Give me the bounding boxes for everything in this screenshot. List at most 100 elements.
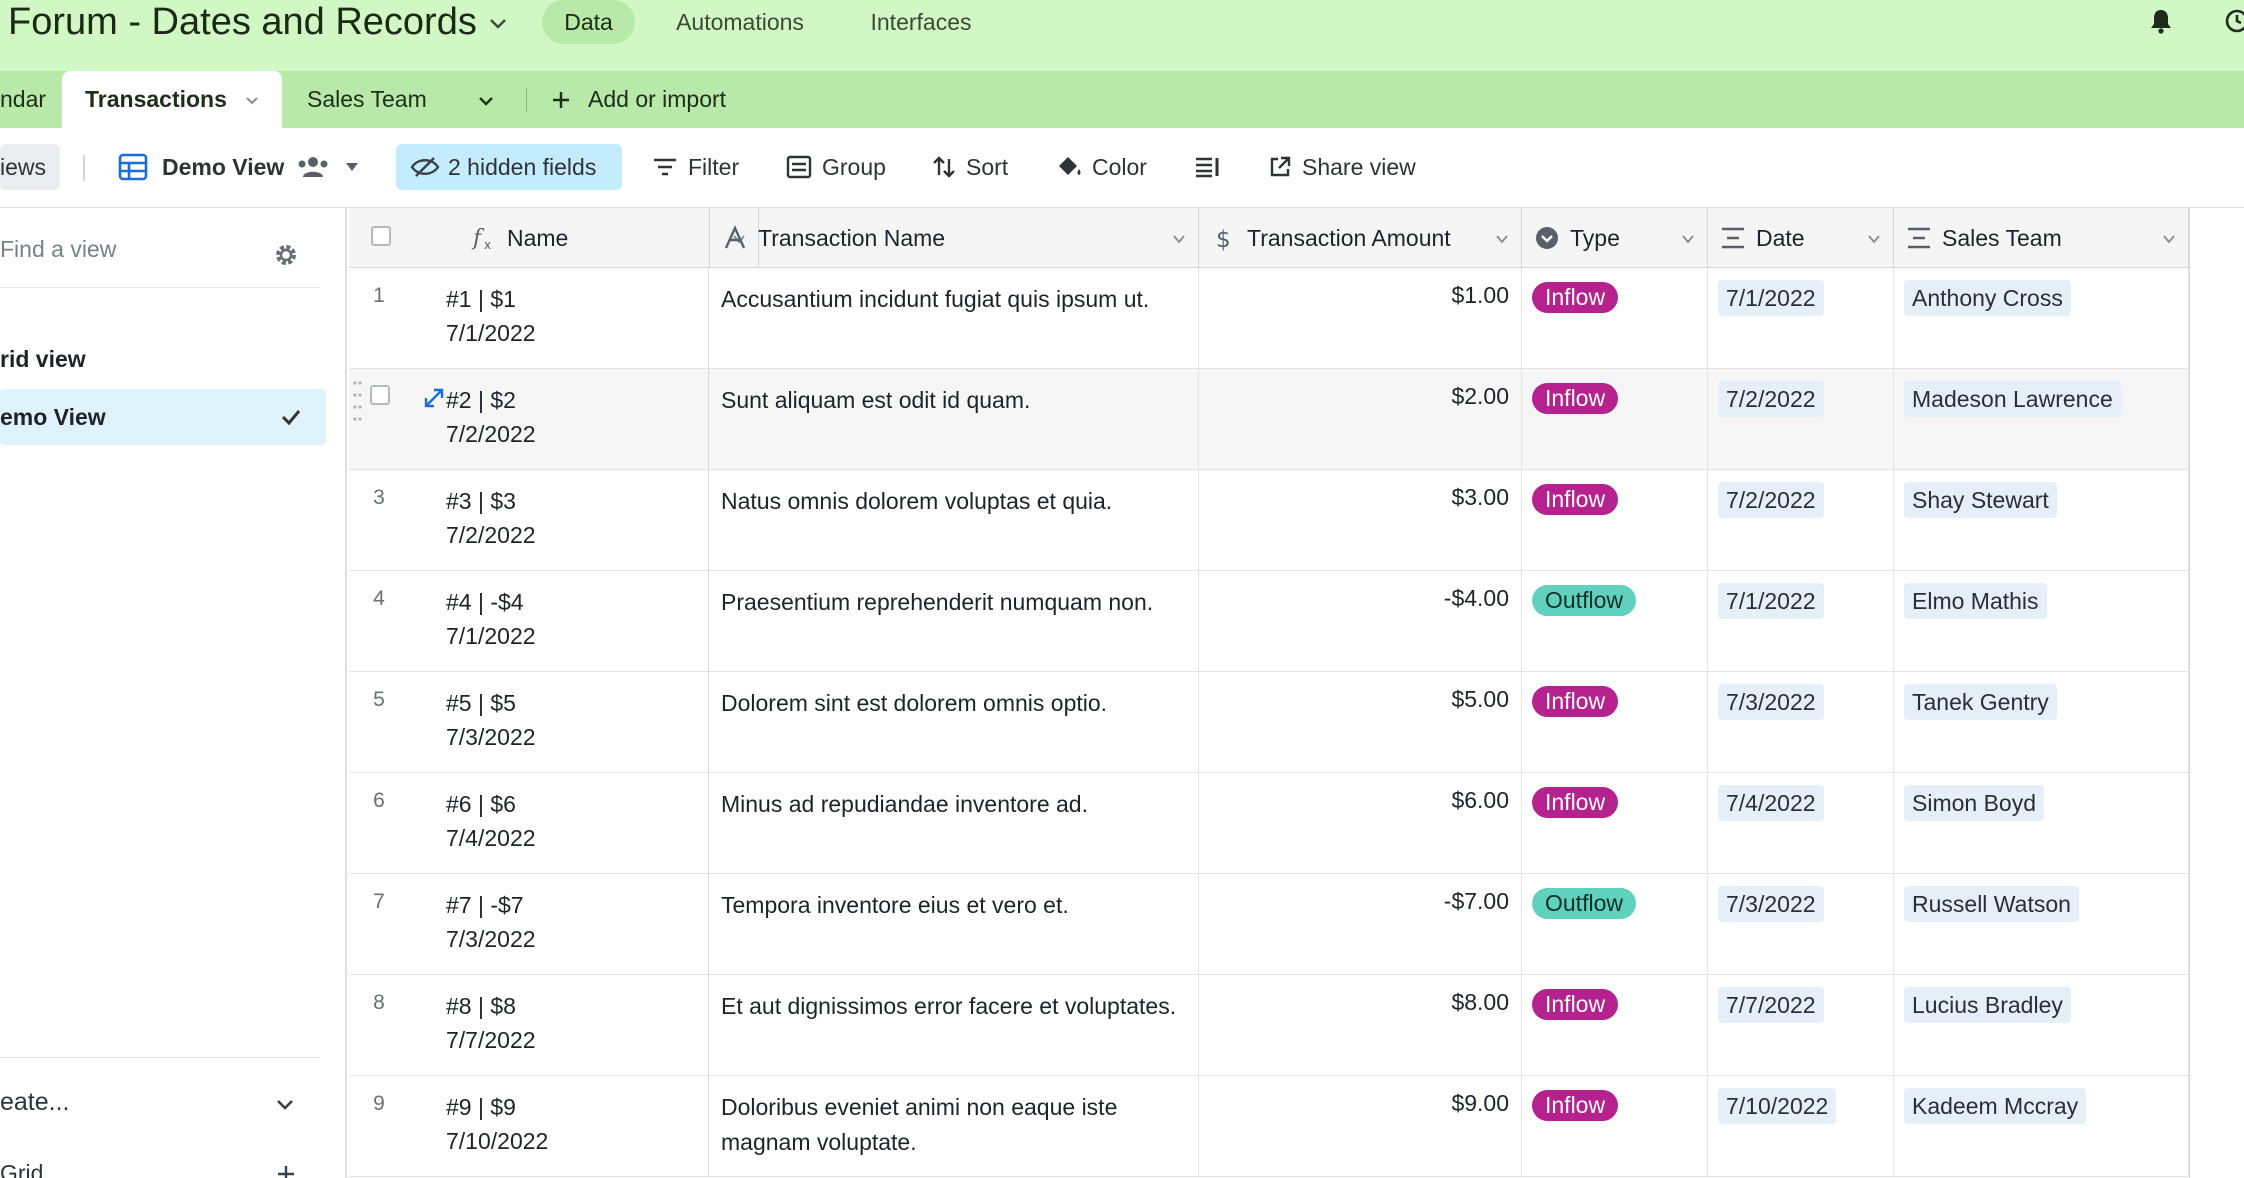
name-cell[interactable]: #9 | $9 7/10/2022 bbox=[349, 1076, 709, 1177]
table-row[interactable]: 9 #9 | $9 7/10/2022 Doloribus eveniet animi… bbox=[349, 1076, 2189, 1177]
chevron-down-icon[interactable] bbox=[1681, 234, 1695, 244]
sidebar-item-grid-view[interactable]: rid view bbox=[0, 331, 86, 387]
plus-icon[interactable] bbox=[275, 1163, 297, 1178]
chevron-down-icon[interactable] bbox=[273, 1092, 297, 1116]
column-header-date[interactable]: Date bbox=[1708, 208, 1894, 268]
name-cell[interactable]: #2 | $2 7/2/2022 bbox=[349, 369, 709, 470]
sales-team-cell[interactable]: Elmo Mathis bbox=[1894, 571, 2189, 672]
nav-automations[interactable]: Automations bbox=[660, 0, 820, 44]
type-cell[interactable]: Inflow bbox=[1522, 672, 1708, 773]
group-button[interactable]: Group bbox=[786, 144, 886, 190]
type-cell[interactable]: Outflow bbox=[1522, 571, 1708, 672]
column-header-sales-team[interactable]: Sales Team bbox=[1894, 208, 2189, 268]
transaction-name-cell[interactable]: Accusantium incidunt fugiat quis ipsum u… bbox=[709, 268, 1199, 369]
sales-team-cell[interactable]: Madeson Lawrence bbox=[1894, 369, 2189, 470]
sales-team-cell[interactable]: Lucius Bradley bbox=[1894, 975, 2189, 1076]
date-cell[interactable]: 7/7/2022 bbox=[1708, 975, 1894, 1076]
bell-icon[interactable] bbox=[2146, 6, 2176, 36]
type-cell[interactable]: Inflow bbox=[1522, 1076, 1708, 1177]
select-all-checkbox[interactable] bbox=[371, 226, 391, 246]
chevron-down-icon[interactable] bbox=[476, 91, 496, 111]
row-height-button[interactable] bbox=[1194, 144, 1222, 190]
type-cell[interactable]: Inflow bbox=[1522, 268, 1708, 369]
column-header-transaction-name[interactable]: Transaction Name bbox=[709, 208, 1199, 268]
date-cell[interactable]: 7/4/2022 bbox=[1708, 773, 1894, 874]
table-row[interactable]: 1 #1 | $1 7/1/2022 Accusantium incidunt fug… bbox=[349, 268, 2189, 369]
date-cell[interactable]: 7/3/2022 bbox=[1708, 874, 1894, 975]
date-cell[interactable]: 7/3/2022 bbox=[1708, 672, 1894, 773]
transaction-name-cell[interactable]: Tempora inventore eius et vero et. bbox=[709, 874, 1199, 975]
transaction-name-cell[interactable]: Et aut dignissimos error facere et volup… bbox=[709, 975, 1199, 1076]
name-cell[interactable]: #5 | $5 7/3/2022 bbox=[349, 672, 709, 773]
sidebar-item-demo-view[interactable]: emo View bbox=[0, 389, 326, 445]
chevron-down-icon[interactable] bbox=[243, 91, 261, 109]
transaction-name-cell[interactable]: Minus ad repudiandae inventore ad. bbox=[709, 773, 1199, 874]
transaction-name-cell[interactable]: Dolorem sint est dolorem omnis optio. bbox=[709, 672, 1199, 773]
column-header-type[interactable]: Type bbox=[1522, 208, 1708, 268]
name-cell[interactable]: #7 | -$7 7/3/2022 bbox=[349, 874, 709, 975]
table-row[interactable]: 4 #4 | -$4 7/1/2022 Praesentium reprehender… bbox=[349, 571, 2189, 672]
amount-cell[interactable]: $3.00 bbox=[1199, 470, 1522, 571]
name-cell[interactable]: #6 | $6 7/4/2022 bbox=[349, 773, 709, 874]
amount-cell[interactable]: $8.00 bbox=[1199, 975, 1522, 1076]
color-button[interactable]: Color bbox=[1056, 144, 1147, 190]
date-cell[interactable]: 7/2/2022 bbox=[1708, 369, 1894, 470]
sort-button[interactable]: Sort bbox=[932, 144, 1008, 190]
amount-cell[interactable]: -$7.00 bbox=[1199, 874, 1522, 975]
sales-team-cell[interactable]: Kadeem Mccray bbox=[1894, 1076, 2189, 1177]
date-cell[interactable]: 7/10/2022 bbox=[1708, 1076, 1894, 1177]
amount-cell[interactable]: $1.00 bbox=[1199, 268, 1522, 369]
date-cell[interactable]: 7/2/2022 bbox=[1708, 470, 1894, 571]
share-view-button[interactable]: Share view bbox=[1268, 144, 1416, 190]
chevron-down-icon[interactable] bbox=[2162, 234, 2176, 244]
column-header-transaction-amount[interactable]: $ Transaction Amount bbox=[1199, 208, 1522, 268]
table-row[interactable]: 6 #6 | $6 7/4/2022 Minus ad repudiandae inv… bbox=[349, 773, 2189, 874]
find-view-input[interactable]: Find a view bbox=[0, 236, 116, 263]
table-row[interactable]: 5 #5 | $5 7/3/2022 Dolorem sint est dolorem… bbox=[349, 672, 2189, 773]
create-grid-item[interactable]: Grid bbox=[0, 1160, 43, 1178]
tab-transactions[interactable]: Transactions bbox=[62, 71, 282, 128]
name-cell[interactable]: #4 | -$4 7/1/2022 bbox=[349, 571, 709, 672]
add-or-import-button[interactable]: Add or import bbox=[550, 71, 750, 128]
type-cell[interactable]: Inflow bbox=[1522, 975, 1708, 1076]
sales-team-cell[interactable]: Shay Stewart bbox=[1894, 470, 2189, 571]
type-cell[interactable]: Inflow bbox=[1522, 470, 1708, 571]
chevron-down-icon[interactable] bbox=[1867, 234, 1881, 244]
date-cell[interactable]: 7/1/2022 bbox=[1708, 268, 1894, 369]
name-cell[interactable]: #3 | $3 7/2/2022 bbox=[349, 470, 709, 571]
type-cell[interactable]: Inflow bbox=[1522, 773, 1708, 874]
amount-cell[interactable]: $2.00 bbox=[1199, 369, 1522, 470]
sales-team-cell[interactable]: Anthony Cross bbox=[1894, 268, 2189, 369]
sales-team-cell[interactable]: Russell Watson bbox=[1894, 874, 2189, 975]
date-cell[interactable]: 7/1/2022 bbox=[1708, 571, 1894, 672]
table-row[interactable]: 7 #7 | -$7 7/3/2022 Tempora inventore eius … bbox=[349, 874, 2189, 975]
sales-team-cell[interactable]: Tanek Gentry bbox=[1894, 672, 2189, 773]
type-cell[interactable]: Outflow bbox=[1522, 874, 1708, 975]
base-title[interactable]: Forum - Dates and Records bbox=[8, 0, 477, 44]
views-toggle-button[interactable]: iews bbox=[0, 144, 60, 190]
tab-calendar[interactable]: ndar bbox=[0, 71, 60, 128]
name-cell[interactable]: #1 | $1 7/1/2022 bbox=[349, 268, 709, 369]
amount-cell[interactable]: $9.00 bbox=[1199, 1076, 1522, 1177]
view-switcher[interactable]: Demo View bbox=[118, 144, 360, 190]
hidden-fields-button[interactable]: 2 hidden fields bbox=[396, 144, 622, 190]
chevron-down-icon[interactable] bbox=[1495, 234, 1509, 244]
type-cell[interactable]: Inflow bbox=[1522, 369, 1708, 470]
amount-cell[interactable]: -$4.00 bbox=[1199, 571, 1522, 672]
table-row[interactable]: 3 #3 | $3 7/2/2022 Natus omnis dolorem volu… bbox=[349, 470, 2189, 571]
amount-cell[interactable]: $6.00 bbox=[1199, 773, 1522, 874]
nav-data[interactable]: Data bbox=[542, 0, 635, 44]
table-row[interactable]: 8 #8 | $8 7/7/2022 Et aut dignissimos error… bbox=[349, 975, 2189, 1076]
transaction-name-cell[interactable]: Doloribus eveniet animi non eaque iste m… bbox=[709, 1076, 1199, 1177]
sales-team-cell[interactable]: Simon Boyd bbox=[1894, 773, 2189, 874]
amount-cell[interactable]: $5.00 bbox=[1199, 672, 1522, 773]
create-view-section[interactable]: eate... bbox=[0, 1088, 70, 1117]
nav-interfaces[interactable]: Interfaces bbox=[852, 0, 990, 44]
transaction-name-cell[interactable]: Natus omnis dolorem voluptas et quia. bbox=[709, 470, 1199, 571]
chevron-down-icon[interactable] bbox=[1172, 234, 1186, 244]
transaction-name-cell[interactable]: Sunt aliquam est odit id quam. bbox=[709, 369, 1199, 470]
transaction-name-cell[interactable]: Praesentium reprehenderit numquam non. bbox=[709, 571, 1199, 672]
table-row[interactable]: #2 | $2 7/2/2022 Sunt aliquam est odit id … bbox=[349, 369, 2189, 470]
chevron-down-icon[interactable] bbox=[487, 12, 509, 34]
name-cell[interactable]: #8 | $8 7/7/2022 bbox=[349, 975, 709, 1076]
